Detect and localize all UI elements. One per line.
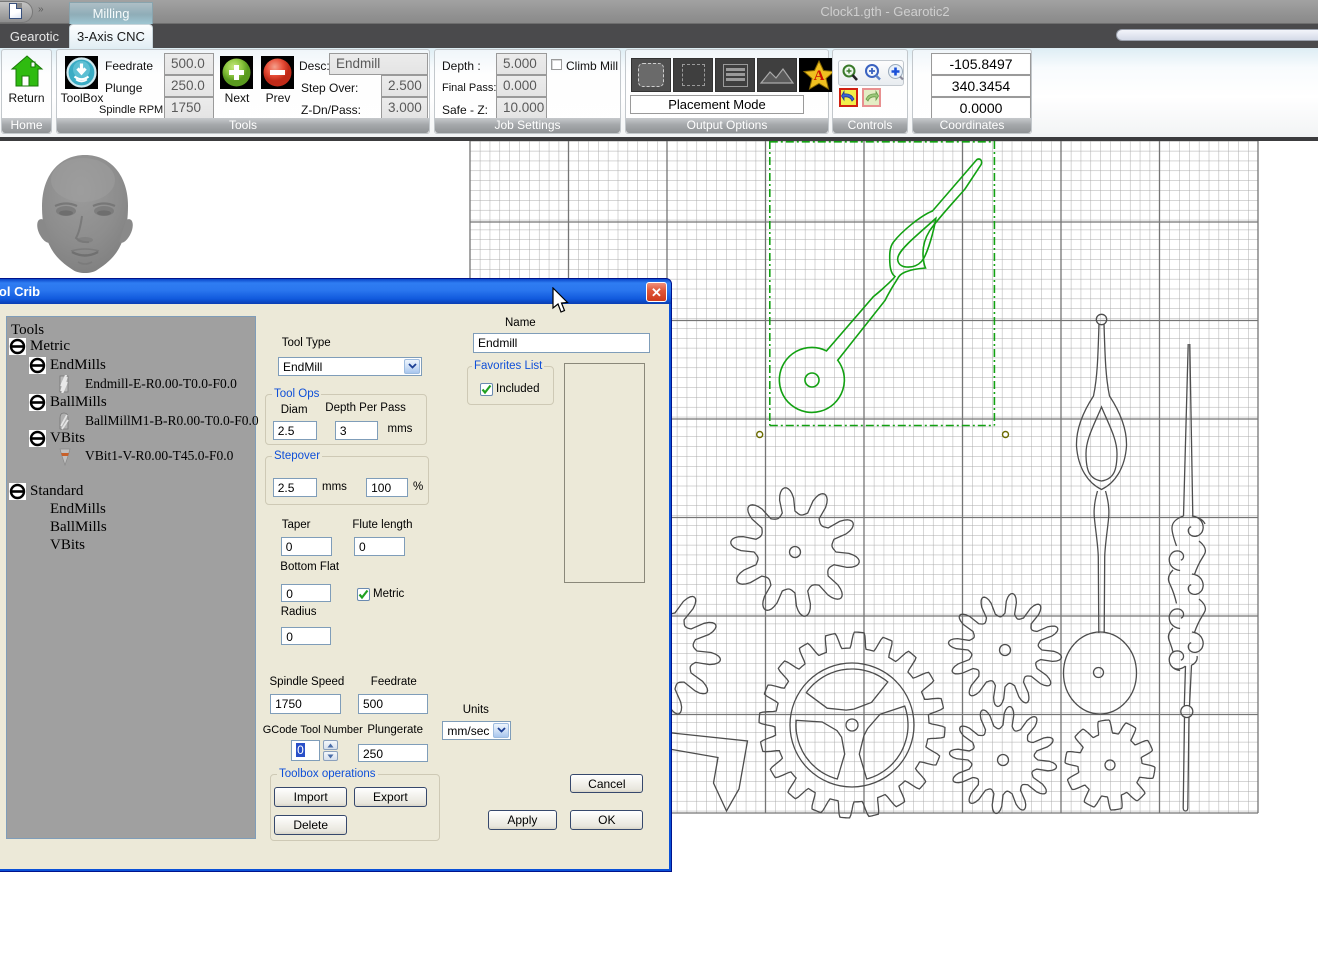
svg-text:A: A [814,68,825,84]
